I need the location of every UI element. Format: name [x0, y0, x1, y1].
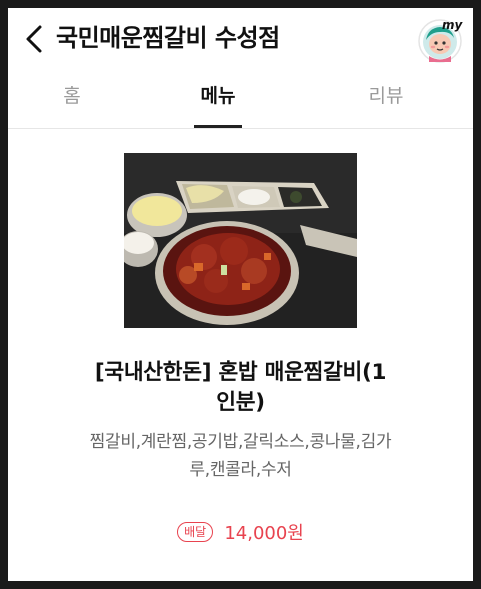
menu-item-description-line-2: 루,캔콜라,수저 — [189, 460, 292, 480]
menu-item-description-line-1: 찜갈비,계란찜,공기밥,갈릭소스,콩나물,김가 — [89, 432, 392, 452]
food-image — [118, 153, 357, 328]
tab-menu[interactable]: 메뉴 — [178, 72, 258, 128]
active-tab-indicator — [194, 125, 242, 128]
tab-home[interactable]: 홈 — [32, 72, 112, 128]
page-header: 국민매운찜갈비 수성점 my — [8, 8, 473, 72]
menu-item-name-line-1: [국내산한돈] 혼밥 매운찜갈비(1 — [94, 360, 387, 385]
avatar-badge-text: my — [442, 18, 464, 32]
price-row: 배달 14,000원 — [8, 519, 473, 545]
chevron-left-icon — [26, 25, 42, 53]
menu-item-name[interactable]: [국내산한돈] 혼밥 매운찜갈비(1 인분) — [32, 358, 449, 418]
tab-reviews[interactable]: 리뷰 — [346, 72, 426, 128]
menu-item-price: 14,000원 — [224, 523, 304, 544]
menu-item-photo[interactable] — [118, 153, 357, 328]
delivery-badge: 배달 — [177, 522, 214, 542]
avatar-icon: my — [418, 18, 464, 63]
restaurant-menu-page: 국민매운찜갈비 수성점 my 홈 메뉴 리뷰 [국내산한돈] 혼밥 매운찜갈비(… — [8, 8, 473, 581]
tab-bar: 홈 메뉴 리뷰 — [8, 72, 473, 129]
page-title: 국민매운찜갈비 수성점 — [56, 24, 280, 52]
menu-item-name-line-2: 인분) — [216, 390, 265, 415]
back-button[interactable] — [20, 22, 48, 54]
my-profile-button[interactable]: my — [416, 16, 464, 64]
menu-item-description: 찜갈비,계란찜,공기밥,갈릭소스,콩나물,김가 루,캔콜라,수저 — [32, 428, 449, 484]
